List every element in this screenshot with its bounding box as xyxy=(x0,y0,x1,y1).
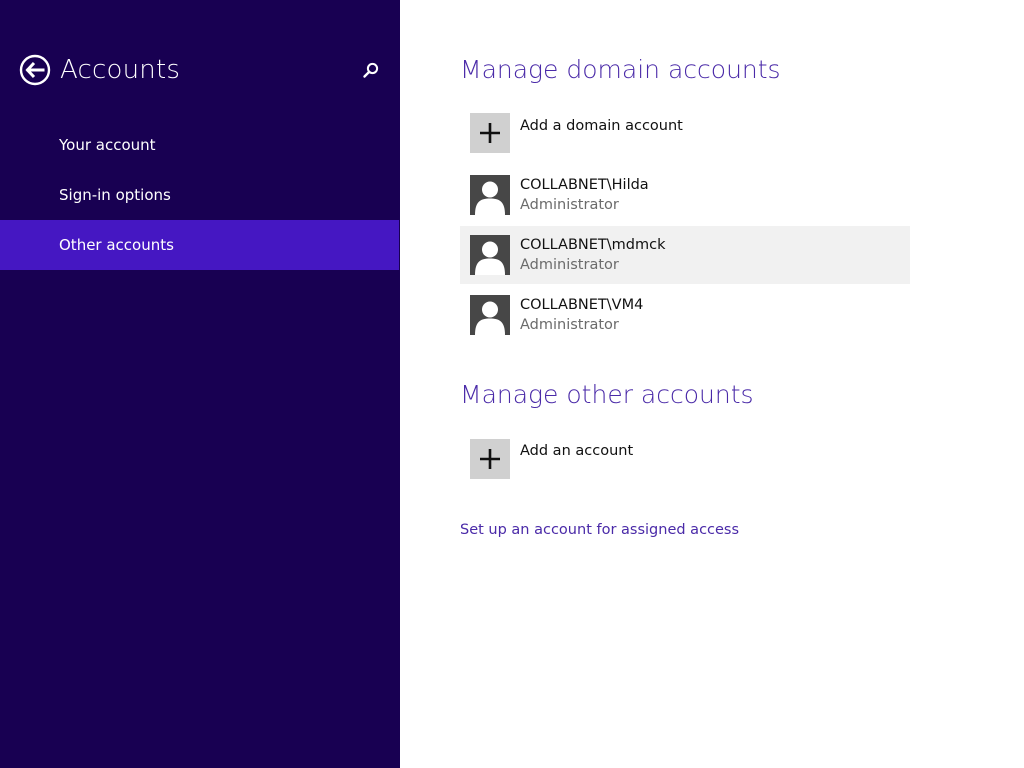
nav-item-other-accounts[interactable]: Other accounts xyxy=(0,220,399,270)
row-text: COLLABNET\VM4 Administrator xyxy=(520,286,643,335)
navigation-pane: Accounts Your account Sign-in options Ot… xyxy=(0,0,400,768)
settings-window: Accounts Your account Sign-in options Ot… xyxy=(0,0,1024,768)
row-text: COLLABNET\mdmck Administrator xyxy=(520,226,665,275)
user-icon xyxy=(475,301,505,335)
nav-item-label: Other accounts xyxy=(59,236,174,254)
account-role: Administrator xyxy=(520,197,619,213)
search-icon xyxy=(363,62,379,78)
add-tile xyxy=(470,113,510,153)
domain-accounts-heading: Manage domain accounts xyxy=(460,55,781,84)
account-role: Administrator xyxy=(520,257,619,273)
account-role: Administrator xyxy=(520,317,619,333)
back-arrow-icon xyxy=(19,54,51,86)
page-title: Accounts xyxy=(60,55,181,85)
add-tile xyxy=(470,439,510,479)
nav-item-your-account[interactable]: Your account xyxy=(0,120,399,170)
add-domain-account-button[interactable]: Add a domain account xyxy=(460,104,910,162)
account-row-vm4[interactable]: COLLABNET\VM4 Administrator xyxy=(460,286,910,344)
add-account-label: Add an account xyxy=(520,443,634,459)
account-name: COLLABNET\mdmck xyxy=(520,237,666,253)
avatar xyxy=(470,295,510,335)
avatar xyxy=(470,175,510,215)
add-account-button[interactable]: Add an account xyxy=(460,430,910,488)
row-text: Add an account xyxy=(520,430,633,461)
search-button[interactable] xyxy=(360,60,382,82)
navigation-header: Accounts xyxy=(0,0,400,140)
nav-item-label: Your account xyxy=(59,136,156,154)
account-row-mdmck[interactable]: COLLABNET\mdmck Administrator xyxy=(460,226,910,284)
nav-item-sign-in-options[interactable]: Sign-in options xyxy=(0,170,399,220)
add-domain-account-label: Add a domain account xyxy=(520,118,683,134)
avatar xyxy=(470,235,510,275)
assigned-access-link[interactable]: Set up an account for assigned access xyxy=(460,520,739,540)
plus-icon xyxy=(480,449,500,469)
row-text: COLLABNET\Hilda Administrator xyxy=(520,166,649,215)
nav-item-label: Sign-in options xyxy=(59,186,171,204)
content-pane: Manage domain accounts Add a domain acco… xyxy=(400,0,1024,768)
account-name: COLLABNET\VM4 xyxy=(520,297,644,313)
account-row-hilda[interactable]: COLLABNET\Hilda Administrator xyxy=(460,166,910,224)
back-button[interactable] xyxy=(19,54,51,86)
account-name: COLLABNET\Hilda xyxy=(520,177,649,193)
user-icon xyxy=(475,241,505,275)
plus-icon xyxy=(480,123,500,143)
row-text: Add a domain account xyxy=(520,104,683,136)
other-accounts-heading: Manage other accounts xyxy=(460,380,754,409)
user-icon xyxy=(475,181,505,215)
